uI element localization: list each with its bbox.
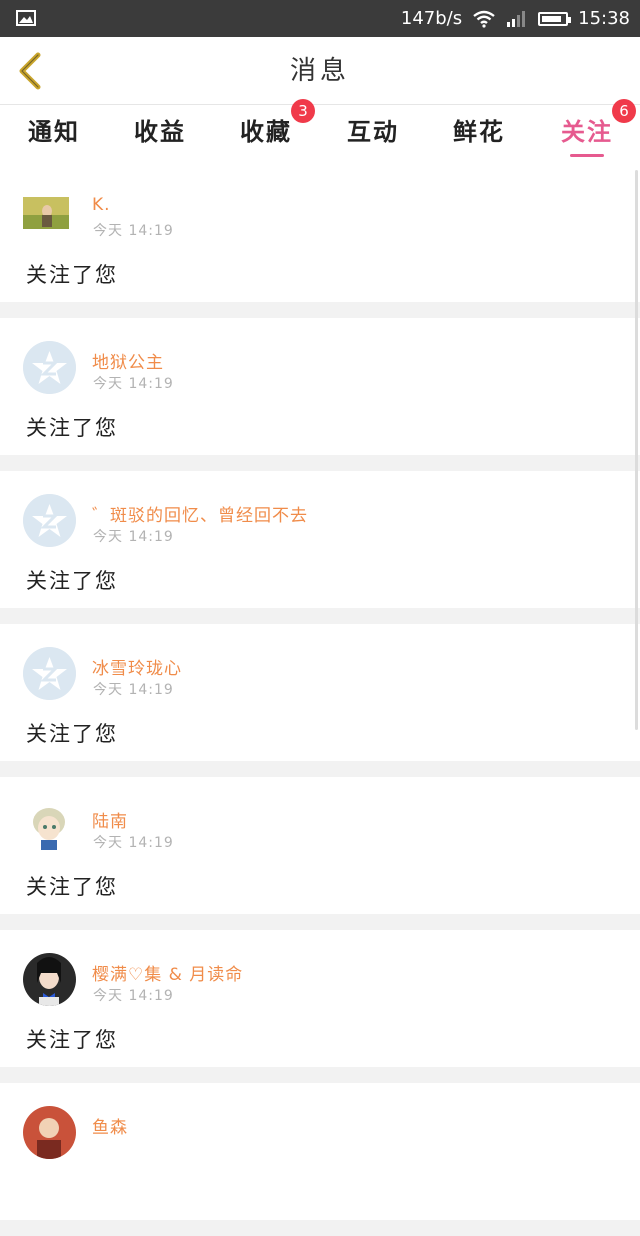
user-name[interactable]: 陆南 (92, 807, 128, 832)
default-avatar-icon (23, 494, 76, 547)
list-item[interactable]: 樱满♡集 & 月读命 今天 14:19 关注了您 (0, 930, 640, 1067)
anime-boy-avatar-icon (23, 800, 76, 853)
user-name[interactable]: ゛斑驳的回忆、曾经回不去 (92, 501, 308, 526)
signal-icon (507, 10, 526, 27)
user-name[interactable]: 冰雪玲珑心 (92, 654, 182, 679)
tab-interactions[interactable]: 互动 (328, 105, 418, 165)
tab-following[interactable]: 关注 6 (542, 99, 636, 165)
user-photo-icon (23, 197, 69, 229)
page-title: 消息 (289, 56, 350, 86)
timestamp: 今天 14:19 (93, 835, 174, 851)
tab-label: 鲜花 (453, 118, 505, 146)
avatar[interactable] (23, 197, 69, 229)
active-tab-indicator (570, 154, 604, 157)
avatar[interactable] (23, 494, 76, 547)
timestamp: 今天 14:19 (93, 223, 174, 239)
user-name[interactable]: 樱满♡集 & 月读命 (92, 960, 243, 985)
timestamp: 今天 14:19 (93, 988, 174, 1004)
tab-label: 关注 (561, 118, 613, 146)
following-count-badge: 6 (612, 99, 636, 123)
user-name[interactable]: 地狱公主 (92, 348, 164, 373)
cosplay-girl-avatar-icon (23, 953, 76, 1006)
avatar[interactable] (23, 341, 76, 394)
tab-favorites[interactable]: 收藏 3 (221, 99, 315, 165)
battery-icon (538, 11, 572, 26)
clock: 15:38 (578, 8, 630, 29)
app-header: 消息 (0, 37, 640, 105)
avatar[interactable] (23, 953, 76, 1006)
tab-label: 收藏 (240, 118, 292, 146)
notification-text: 关注了您 (26, 875, 118, 899)
image-notification-icon (16, 10, 36, 26)
avatar[interactable] (23, 800, 76, 853)
default-avatar-icon (23, 341, 76, 394)
tab-earnings[interactable]: 收益 (115, 105, 205, 165)
notification-text: 关注了您 (26, 1028, 118, 1052)
notification-text: 关注了您 (26, 722, 118, 746)
notification-text: 关注了您 (26, 263, 118, 287)
network-speed: 147b/s (400, 8, 463, 29)
list-item[interactable]: 地狱公主 今天 14:19 关注了您 (0, 318, 640, 455)
timestamp: 今天 14:19 (93, 529, 174, 545)
scrollbar[interactable] (635, 170, 638, 730)
default-avatar-icon (23, 647, 76, 700)
list-item[interactable]: 陆南 今天 14:19 关注了您 (0, 777, 640, 914)
list-item[interactable]: K. 今天 14:19 关注了您 (0, 165, 640, 302)
avatar[interactable] (23, 1106, 76, 1159)
user-name[interactable]: 鱼森 (92, 1113, 128, 1138)
tab-notifications[interactable]: 通知 (9, 105, 99, 165)
favorites-count-badge: 3 (291, 99, 315, 123)
status-bar: 147b/s 15:38 (0, 0, 640, 37)
battery-level-fill (542, 15, 561, 22)
illustration-avatar-icon (23, 1106, 76, 1159)
list-item[interactable]: ゛斑驳的回忆、曾经回不去 今天 14:19 关注了您 (0, 471, 640, 608)
notification-list: K. 今天 14:19 关注了您 地狱公主 今天 14:19 关注了您 ゛斑驳的… (0, 165, 640, 1236)
tab-flowers[interactable]: 鲜花 (434, 105, 524, 165)
tab-label: 通知 (28, 118, 80, 146)
tab-label: 互动 (347, 118, 399, 146)
timestamp: 今天 14:19 (93, 376, 174, 392)
avatar[interactable] (23, 647, 76, 700)
user-name[interactable]: K. (92, 195, 111, 215)
notification-text: 关注了您 (26, 416, 118, 440)
list-item[interactable]: 鱼森 (0, 1083, 640, 1220)
tab-bar: 通知 收益 收藏 3 互动 鲜花 关注 6 (0, 99, 640, 165)
tab-label: 收益 (134, 118, 186, 146)
timestamp: 今天 14:19 (93, 682, 174, 698)
list-item[interactable]: 冰雪玲珑心 今天 14:19 关注了您 (0, 624, 640, 761)
notification-text: 关注了您 (26, 569, 118, 593)
wifi-icon (473, 10, 495, 28)
